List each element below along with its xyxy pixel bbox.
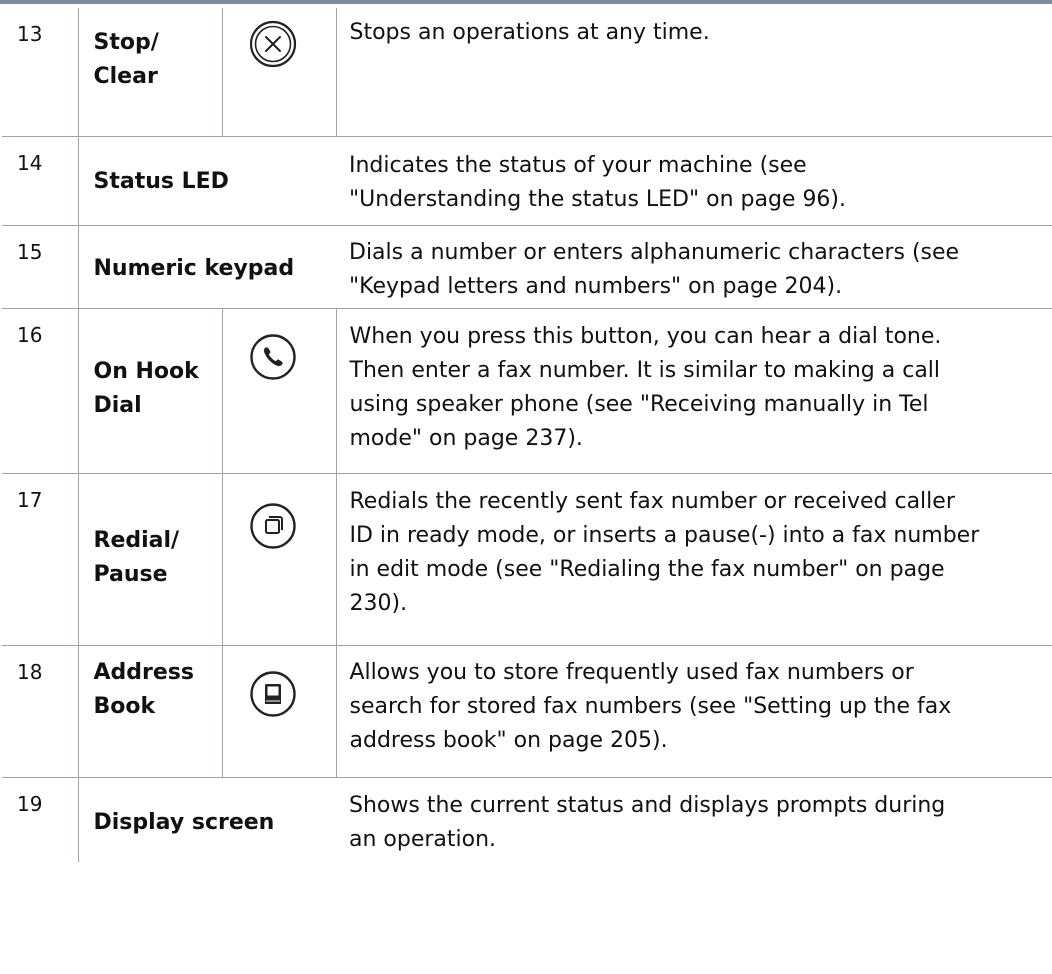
control-description: Shows the current status and displays pr… — [349, 792, 946, 852]
icon-cell — [222, 473, 337, 645]
control-panel-table: 13 Stop/ Clear Stops an operations at an… — [2, 8, 1052, 862]
table-row-17: 17 Redial/ Pause Redials the recently se… — [2, 473, 1052, 645]
control-description: Indicates the status of your machine (se… — [349, 152, 847, 212]
row-number: 17 — [2, 473, 79, 645]
icon-cell — [222, 8, 337, 136]
control-name: Numeric keypad — [93, 255, 295, 281]
table-row-13: 13 Stop/ Clear Stops an operations at an… — [2, 8, 1052, 136]
row-number: 18 — [2, 645, 79, 777]
icon-cell — [222, 308, 337, 473]
control-description: Dials a number or enters alphanumeric ch… — [349, 239, 960, 299]
top-rule — [0, 0, 1052, 4]
control-description: Allows you to store frequently used fax … — [349, 659, 952, 753]
table-row-19: 19 Display screen Shows the current stat… — [2, 777, 1052, 862]
phone-icon — [249, 333, 296, 380]
control-name: On Hook Dial — [78, 308, 223, 473]
row-number: 15 — [2, 225, 79, 308]
control-name: Display screen — [93, 809, 275, 835]
row-number: 13 — [2, 8, 79, 136]
table-row-16: 16 On Hook Dial When you press this butt… — [2, 308, 1052, 473]
control-description: Redials the recently sent fax number or … — [349, 488, 980, 616]
icon-cell — [222, 645, 337, 777]
control-name: Status LED — [93, 168, 229, 194]
control-name: Redial/ Pause — [78, 473, 223, 645]
row-number: 19 — [2, 777, 79, 862]
table-row-18: 18 Address Book Allows you to store freq… — [2, 645, 1052, 777]
control-name: Address Book — [78, 645, 223, 777]
stop-clear-icon — [249, 20, 296, 68]
control-name: Stop/ Clear — [78, 8, 223, 136]
row-number: 14 — [2, 136, 79, 225]
redial-pause-icon — [249, 502, 296, 549]
address-book-icon — [249, 670, 296, 717]
table-row-15: 15 Numeric keypad Dials a number or ente… — [2, 225, 1052, 308]
control-description: When you press this button, you can hear… — [349, 323, 942, 451]
table-row-14: 14 Status LED Indicates the status of yo… — [2, 136, 1052, 225]
control-description: Stops an operations at any time. — [349, 20, 710, 45]
row-number: 16 — [2, 308, 79, 473]
